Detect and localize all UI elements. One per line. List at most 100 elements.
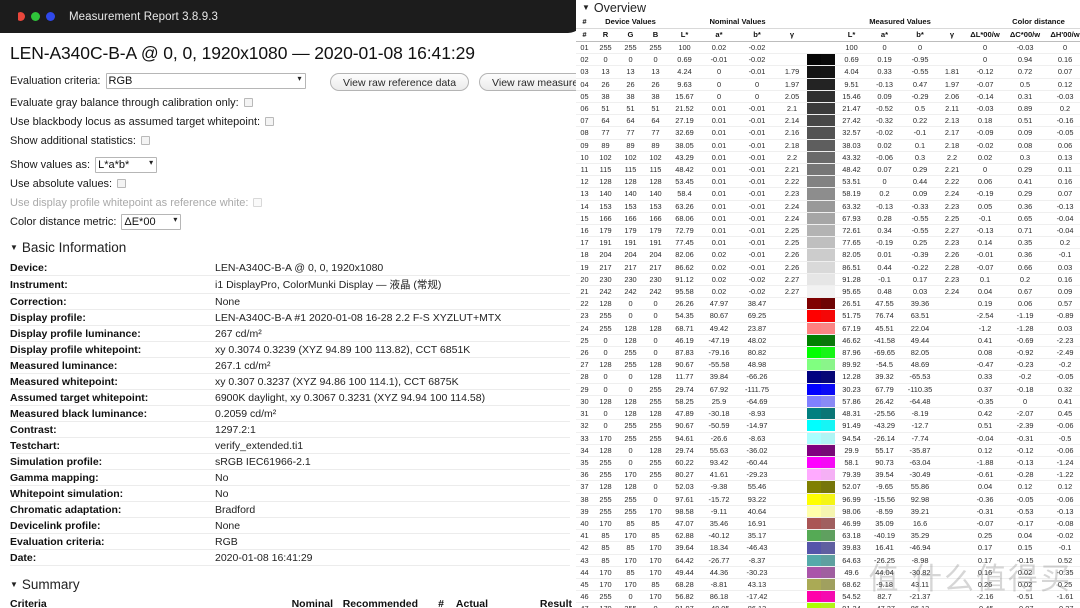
measured-b: 39.21	[901, 505, 940, 518]
nominal-gamma	[777, 444, 808, 457]
display-profile-wp-row: Use display profile whitepoint as refere…	[10, 195, 568, 210]
nominal-b: -0.01	[737, 200, 777, 213]
nominal-a: 18.34	[701, 541, 737, 555]
nominal-gamma	[777, 41, 808, 55]
measured-l: 87.96	[835, 346, 869, 360]
device-b: 85	[643, 529, 668, 543]
summary-header[interactable]: ▼ Summary	[10, 577, 568, 592]
delta-c: -0.18	[1005, 383, 1046, 396]
device-b: 0	[643, 493, 668, 506]
nominal-gamma: 2.18	[777, 139, 808, 152]
device-g: 64	[618, 114, 643, 128]
nominal-gamma	[777, 309, 808, 323]
delta-c: 0.31	[1005, 90, 1046, 104]
delta-c: -0.69	[1005, 334, 1046, 348]
device-b: 166	[643, 212, 668, 226]
nominal-gamma	[777, 432, 808, 445]
measured-a: -0.02	[868, 126, 902, 140]
nominal-a: 39.84	[701, 370, 737, 384]
close-button-icon[interactable]	[16, 12, 25, 21]
color-swatch	[807, 493, 836, 506]
nominal-a: 0.02	[701, 248, 737, 262]
info-row: Measured whitepoint: xy 0.307 0.3237 (XYZ…	[10, 373, 570, 390]
nominal-b: 93.22	[737, 493, 777, 506]
overview-index: 30	[576, 395, 593, 409]
overview-header[interactable]: ▼ Overview	[576, 0, 1080, 16]
delta-l: 0.08	[965, 346, 1006, 360]
overview-index: 04	[576, 78, 593, 91]
measured-b: -110.35	[901, 383, 940, 396]
measured-gamma: 2.18	[939, 139, 966, 152]
blackbody-checkbox[interactable]	[265, 117, 275, 126]
nominal-a: 0.01	[701, 163, 737, 177]
nominal-gamma	[777, 578, 808, 592]
device-r: 0	[593, 407, 618, 421]
nominal-b: -0.01	[737, 212, 777, 226]
additional-stats-checkbox[interactable]	[140, 136, 150, 145]
measured-l: 0.69	[835, 53, 869, 67]
info-value: None	[215, 517, 570, 534]
absolute-values-checkbox[interactable]	[117, 179, 127, 188]
delta-c: -0.23	[1005, 358, 1046, 372]
measured-l: 100	[835, 41, 869, 55]
info-value: xy 0.3074 0.3239 (XYZ 94.89 100 113.82),…	[215, 341, 570, 358]
info-row: Date: 2020-01-08 16:41:29	[10, 549, 570, 566]
basic-information-header[interactable]: ▼ Basic Information	[10, 240, 568, 255]
measured-gamma: 2.23	[939, 236, 966, 250]
delta-h: -0.06	[1045, 419, 1080, 433]
nominal-gamma	[777, 480, 808, 494]
color-distance-metric-select[interactable]: ΔE*00	[121, 213, 182, 230]
window-controls[interactable]	[16, 12, 55, 21]
measured-gamma	[939, 432, 966, 445]
info-value: No	[215, 485, 570, 502]
device-b: 170	[643, 590, 668, 604]
nominal-l: 43.29	[668, 151, 701, 165]
device-b: 217	[643, 261, 668, 274]
measured-gamma	[939, 566, 966, 579]
nominal-gamma	[777, 517, 808, 531]
collapse-caret-icon[interactable]: ▼	[10, 243, 18, 252]
measured-gamma	[939, 541, 966, 555]
nominal-l: 62.88	[668, 529, 701, 543]
info-row: Display profile: LEN-A340C-B-A #1 2020-01…	[10, 309, 570, 326]
gray-balance-checkbox[interactable]	[243, 98, 253, 107]
info-key: Devicelink profile:	[10, 517, 215, 534]
view-raw-measurement-data-button[interactable]: View raw measurement data	[479, 73, 576, 91]
device-b: 0	[643, 297, 668, 311]
device-b: 255	[643, 383, 668, 396]
color-swatch	[807, 114, 836, 128]
nominal-gamma	[777, 602, 808, 608]
nominal-l: 68.71	[668, 322, 701, 335]
overview-row: 27 128 255 128 90.67 -55.58 48.98 89.92 -54.5 48.…	[576, 358, 1080, 372]
measured-b: -0.29	[901, 90, 940, 104]
evaluation-criteria-select[interactable]: RGB	[105, 72, 306, 89]
device-r: 85	[593, 529, 618, 543]
device-b: 0	[643, 53, 668, 67]
measured-b: 0	[901, 41, 940, 55]
delta-l: 0.25	[965, 529, 1006, 543]
basic-information-table: Device: LEN-A340C-B-A @ 0, 0, 1920x1080 In…	[10, 260, 570, 566]
absolute-values-label: Use absolute values:	[10, 177, 113, 190]
device-r: 128	[593, 297, 618, 311]
measured-b: 48.69	[901, 358, 940, 372]
view-raw-reference-data-button[interactable]: View raw reference data	[330, 73, 470, 91]
collapse-caret-icon[interactable]: ▼	[582, 3, 590, 12]
maximize-button-icon[interactable]	[46, 12, 55, 21]
measured-l: 51.75	[835, 309, 869, 323]
nominal-gamma	[777, 358, 808, 372]
device-g: 0	[618, 370, 643, 384]
measured-gamma	[939, 322, 966, 335]
show-values-as-select[interactable]: L*a*b*	[95, 156, 158, 173]
nominal-a: -40.12	[701, 529, 737, 543]
measured-a: 26.42	[868, 395, 902, 409]
collapse-caret-icon[interactable]: ▼	[10, 580, 18, 589]
nominal-l: 60.22	[668, 456, 701, 470]
color-swatch	[807, 383, 836, 396]
color-swatch	[807, 456, 836, 470]
minimize-button-icon[interactable]	[31, 12, 40, 21]
measured-a: 0.19	[868, 53, 902, 67]
color-swatch	[807, 407, 836, 421]
device-g: 255	[618, 346, 643, 360]
measured-gamma: 2.11	[939, 102, 966, 116]
delta-h: 0.03	[1045, 261, 1080, 274]
